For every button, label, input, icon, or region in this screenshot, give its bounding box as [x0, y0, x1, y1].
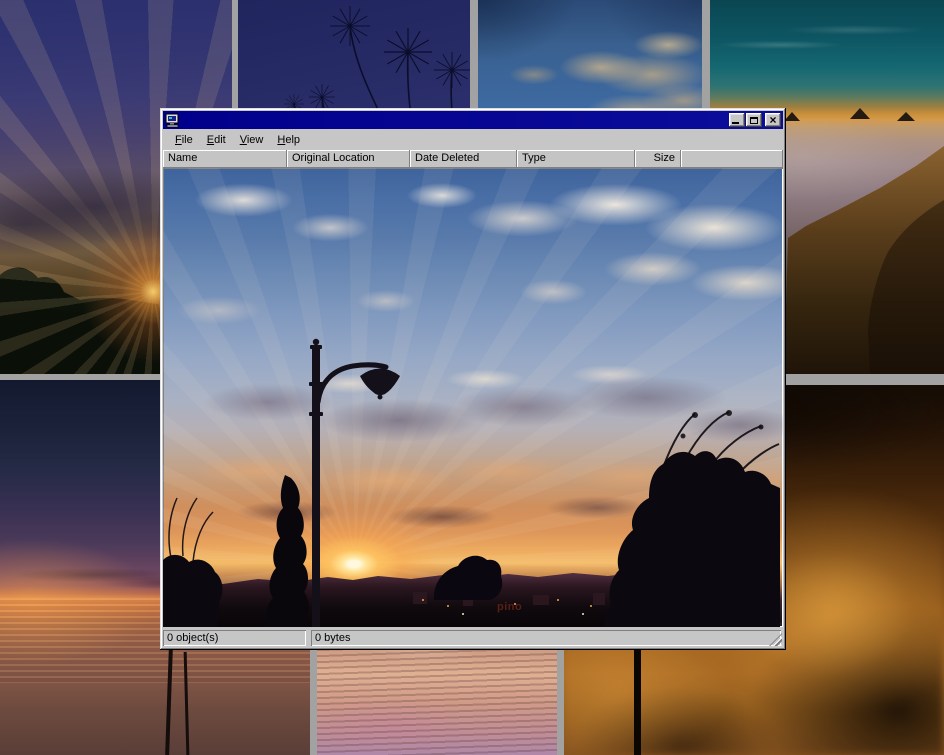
column-header-original-location[interactable]: Original Location	[287, 150, 410, 168]
status-size: 0 bytes	[311, 630, 781, 646]
column-header-empty[interactable]	[681, 150, 783, 168]
column-header-date-deleted[interactable]: Date Deleted	[410, 150, 517, 168]
desktop: × File Edit View Help Name Original Loca…	[0, 0, 944, 755]
minimize-icon	[732, 122, 739, 124]
column-header-type[interactable]: Type	[517, 150, 635, 168]
maximize-button[interactable]	[746, 113, 762, 127]
recycle-bin-window: × File Edit View Help Name Original Loca…	[160, 108, 786, 650]
menu-help[interactable]: Help	[270, 132, 307, 148]
title-bar[interactable]: ×	[163, 111, 783, 129]
sunset-silhouettes	[163, 168, 780, 627]
minimize-button[interactable]	[729, 113, 745, 127]
menu-bar: File Edit View Help	[163, 129, 783, 150]
photo-watermark: pino	[497, 601, 522, 613]
status-bar: 0 object(s) 0 bytes	[163, 627, 783, 647]
menu-file[interactable]: File	[168, 132, 200, 148]
menu-view[interactable]: View	[233, 132, 271, 148]
maximize-icon	[750, 117, 758, 124]
close-button[interactable]: ×	[765, 113, 781, 127]
column-header-name[interactable]: Name	[163, 150, 287, 168]
status-object-count: 0 object(s)	[163, 630, 306, 646]
column-header-size[interactable]: Size	[635, 150, 681, 168]
file-list-viewport[interactable]: pino	[163, 168, 783, 627]
computer-icon	[165, 113, 181, 128]
menu-edit[interactable]: Edit	[200, 132, 233, 148]
close-icon: ×	[769, 115, 776, 125]
column-header-row: Name Original Location Date Deleted Type…	[163, 150, 783, 168]
